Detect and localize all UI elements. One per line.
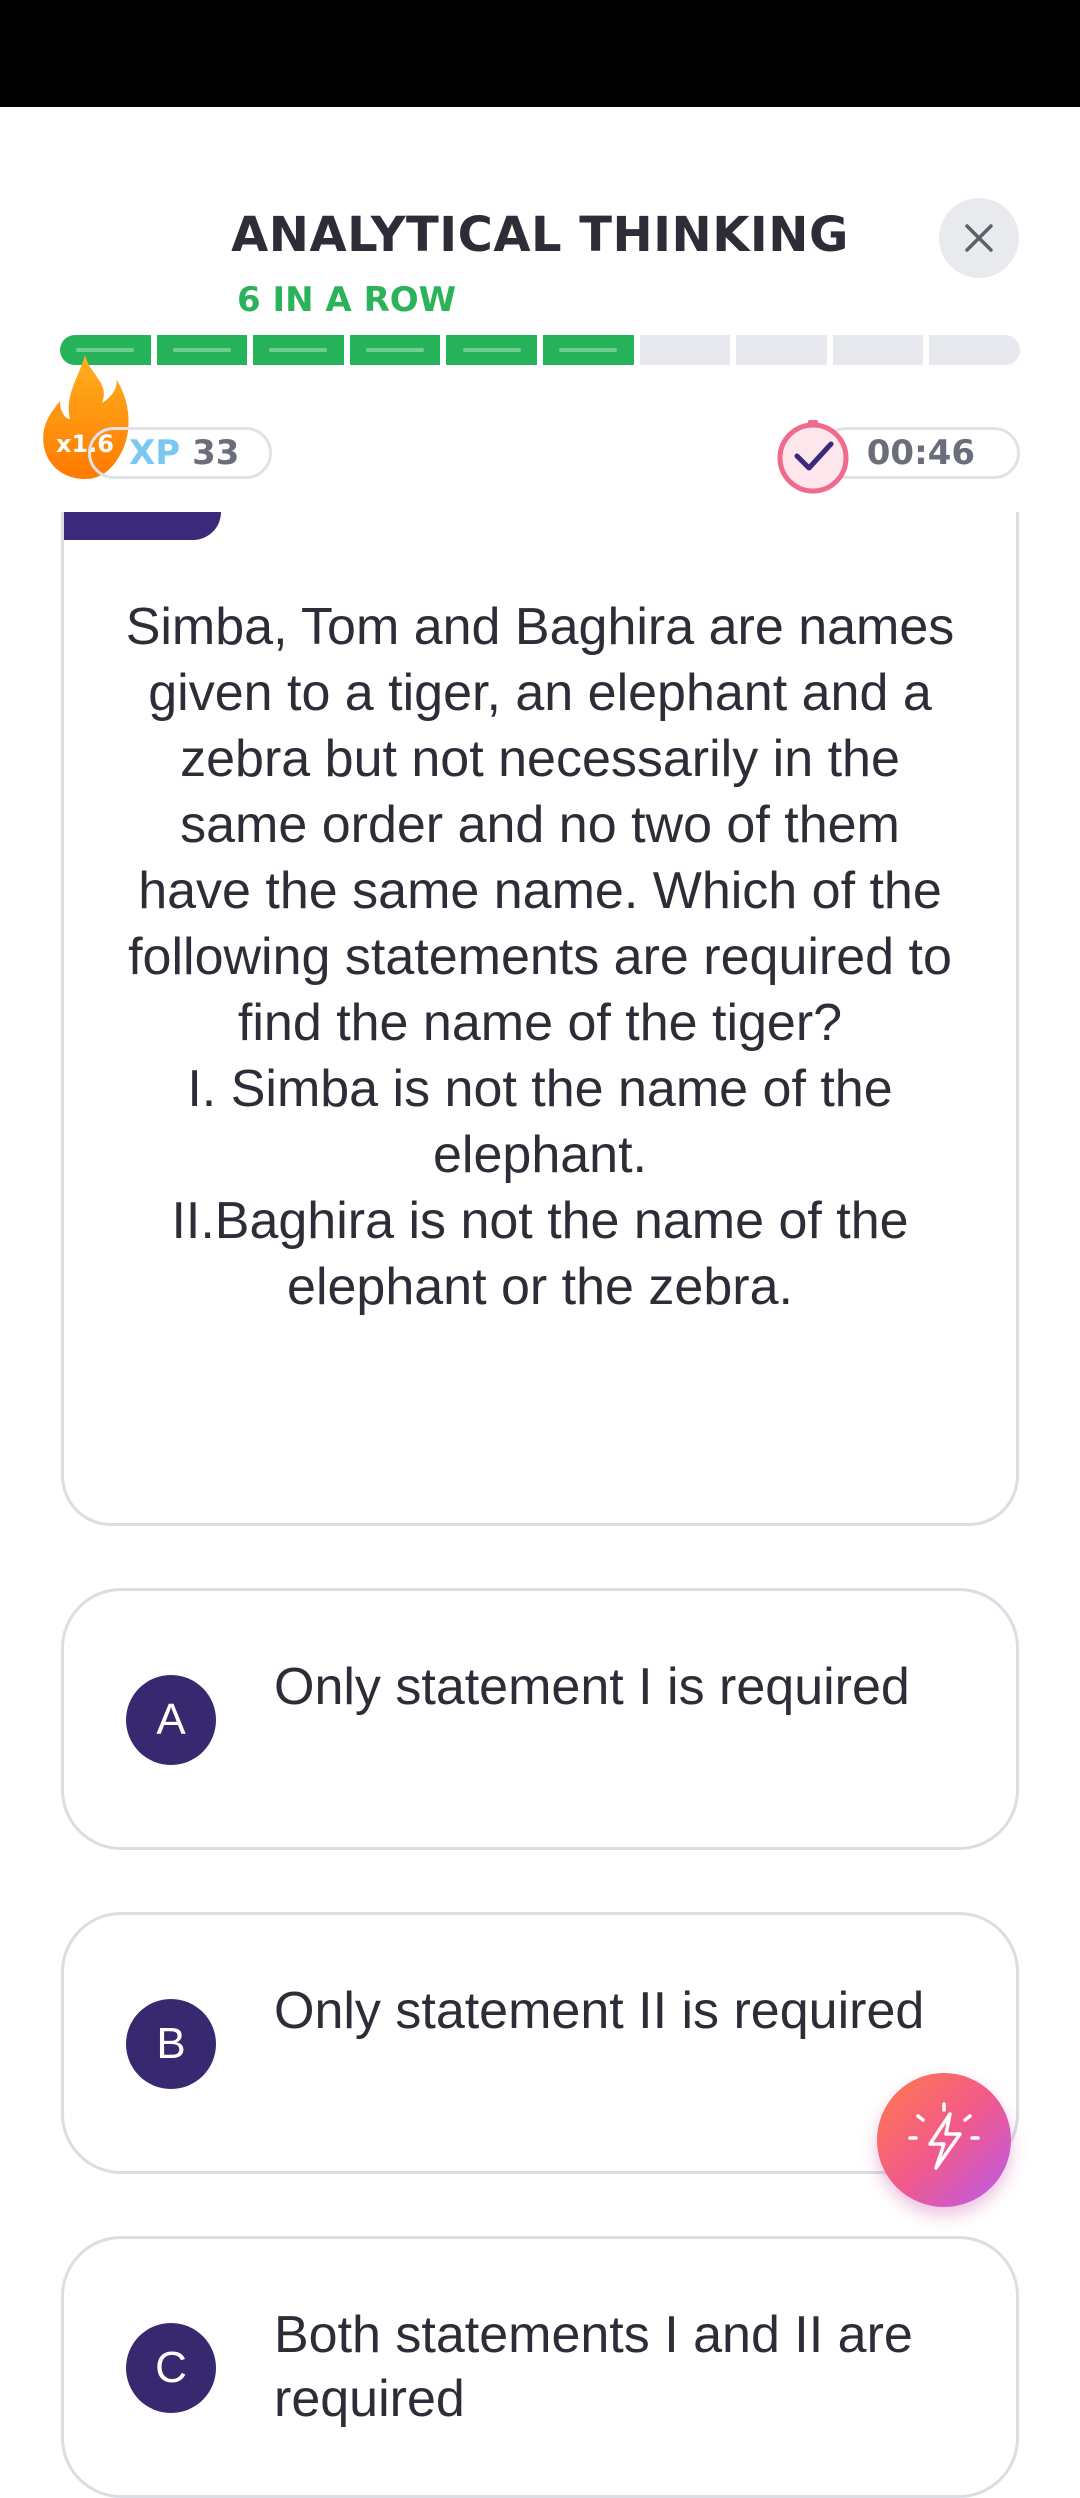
option-letter: B <box>126 1999 216 2089</box>
question-stem: Simba, Tom and Baghira are names given t… <box>125 598 955 1052</box>
power-up-button[interactable] <box>877 2073 1011 2207</box>
statement-two: II.Baghira is not the name of the elepha… <box>171 1192 909 1316</box>
progress-segment-filled <box>349 335 441 365</box>
option-a[interactable]: A Only statement I is required <box>61 1588 1019 1850</box>
option-text: Only statement I is required <box>274 1658 910 1716</box>
xp-label: XP <box>129 433 181 473</box>
option-b[interactable]: B Only statement II is required <box>61 1912 1019 2174</box>
status-bar <box>0 0 1080 107</box>
quiz-title: ANALYTICAL THINKING <box>231 207 849 263</box>
option-text: Both statements I and II are required <box>274 2306 913 2428</box>
clock-icon <box>777 420 849 494</box>
progress-bar <box>60 335 1020 365</box>
card-tab <box>64 512 221 540</box>
lightning-icon <box>908 2102 980 2170</box>
progress-segment-empty <box>832 335 924 365</box>
option-text: Only statement II is required <box>274 1982 925 2040</box>
progress-segment-empty <box>639 335 731 365</box>
progress-segment-empty <box>929 335 1020 365</box>
progress-segment-empty <box>736 335 827 365</box>
question-text: Simba, Tom and Baghira are names given t… <box>124 594 956 1320</box>
close-button[interactable] <box>939 198 1019 278</box>
progress-segment-filled <box>156 335 248 365</box>
xp-value: 33 <box>192 433 240 473</box>
timer-value: 00:46 <box>866 433 975 473</box>
question-card: Simba, Tom and Baghira are names given t… <box>61 512 1019 1526</box>
option-letter: A <box>126 1675 216 1765</box>
statement-one: I. Simba is not the name of the elephant… <box>187 1060 893 1184</box>
close-icon <box>965 224 993 252</box>
progress-segment-filled <box>446 335 537 365</box>
progress-segment-filled <box>253 335 344 365</box>
option-c[interactable]: C Both statements I and II are required <box>61 2236 1019 2498</box>
xp-counter: XP 33 <box>88 427 272 479</box>
progress-segment-filled <box>542 335 634 365</box>
streak-label: 6 IN A ROW <box>237 280 457 320</box>
